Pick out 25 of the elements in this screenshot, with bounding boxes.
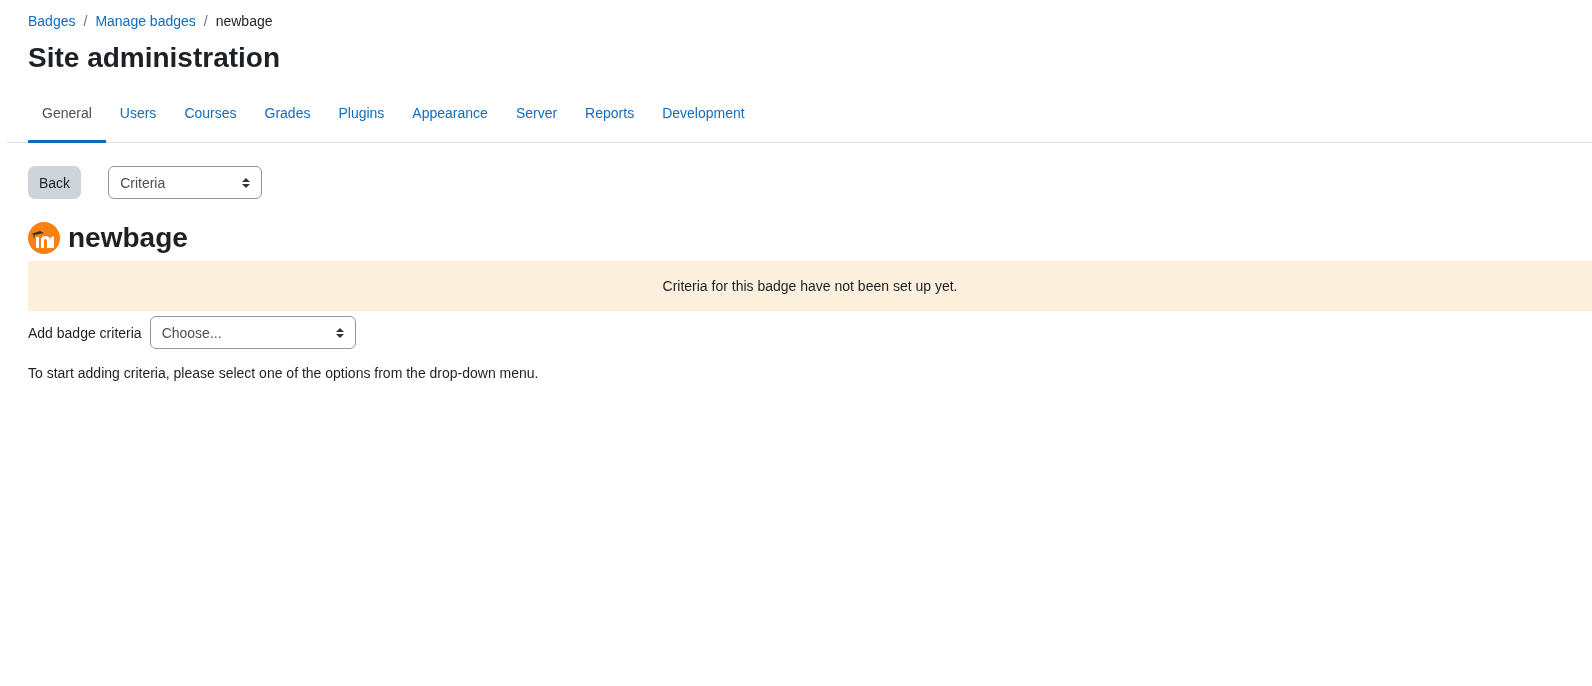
nav-tab[interactable]: Development — [648, 92, 759, 143]
nav-tab[interactable]: General — [28, 92, 106, 143]
back-button[interactable]: Back — [28, 166, 82, 199]
alert-message: Criteria for this badge have not been set up yet. — [662, 278, 958, 294]
nav-tab[interactable]: Grades — [250, 92, 325, 143]
help-text: To start adding criteria, please select one of the options from the drop-down menu. — [28, 365, 540, 381]
section-select[interactable]: Criteria — [108, 166, 263, 199]
sort-caret-icon — [242, 177, 251, 188]
sort-caret-icon — [335, 327, 344, 338]
badge-name: newbage — [68, 222, 188, 254]
nav-tab[interactable]: Reports — [571, 92, 649, 143]
breadcrumb-separator: / — [203, 13, 208, 31]
nav-tab[interactable]: Appearance — [398, 92, 502, 143]
breadcrumb-link[interactable]: Manage badges — [95, 13, 196, 31]
badge-logo-icon — [28, 222, 60, 254]
nav-tab[interactable]: Users — [105, 92, 171, 143]
add-criteria-dropdown[interactable]: Choose... — [149, 316, 356, 349]
nav-tab[interactable]: Courses — [170, 92, 251, 143]
page-title: Site administration — [27, 41, 282, 75]
nav-tab[interactable]: Server — [501, 92, 572, 143]
breadcrumb-separator: / — [83, 13, 88, 31]
breadcrumb-current: newbage — [215, 13, 273, 31]
nav-tab[interactable]: Plugins — [324, 92, 399, 143]
field-label: Add badge criteria — [28, 324, 142, 341]
breadcrumb-link[interactable]: Badges — [28, 13, 76, 31]
